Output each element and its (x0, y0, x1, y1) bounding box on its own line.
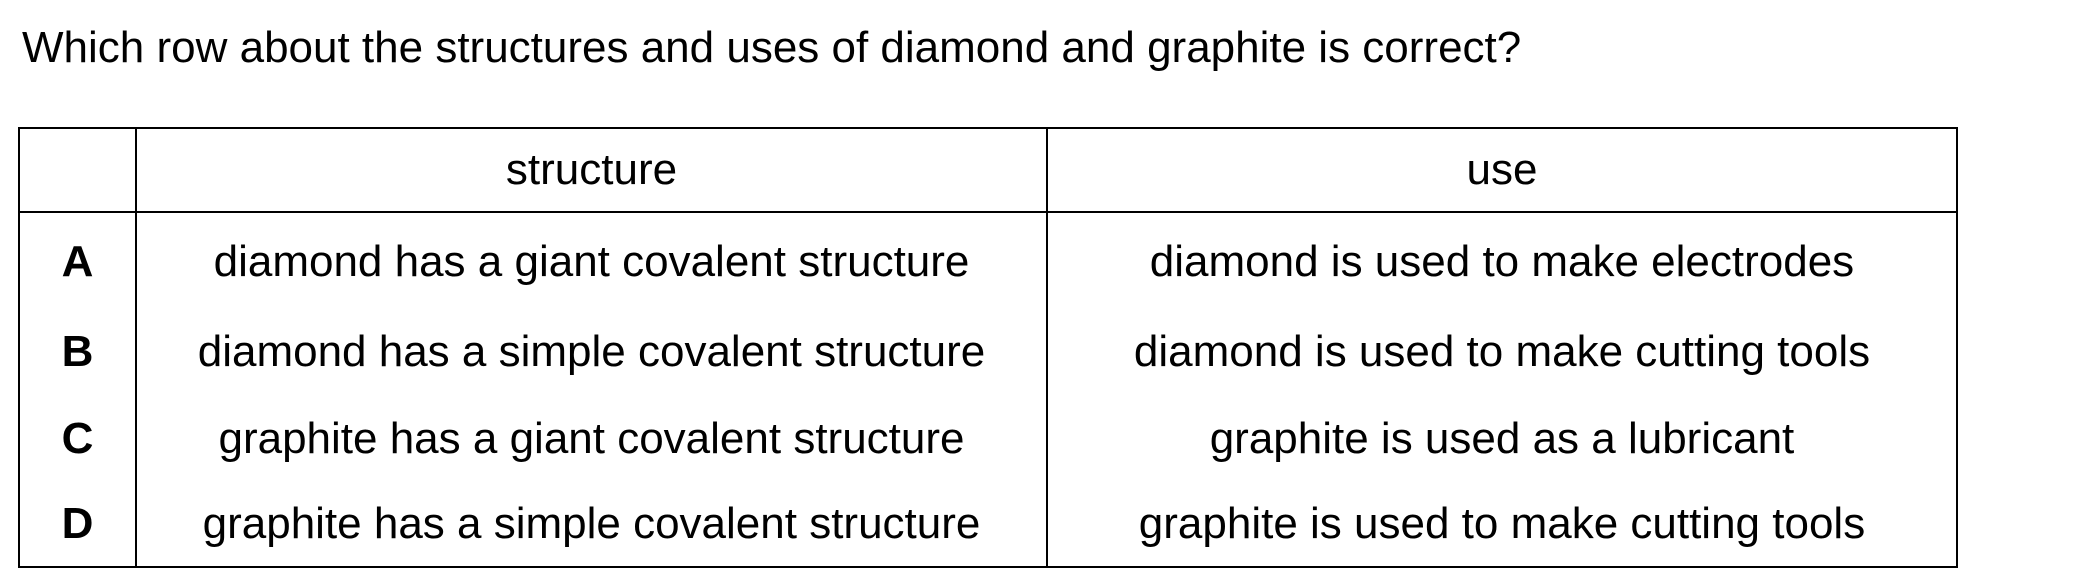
option-d-use: graphite is used to make cutting tools (1046, 482, 1958, 568)
option-letter-d: D (18, 482, 137, 568)
option-d-structure: graphite has a simple covalent structure (135, 482, 1048, 568)
question-text: Which row about the structures and uses … (22, 23, 1522, 72)
table-row-d: D graphite has a simple covalent structu… (18, 482, 1958, 568)
option-a-structure: diamond has a giant covalent structure (135, 212, 1048, 308)
table-row-c: C graphite has a giant covalent structur… (18, 395, 1958, 482)
table-header-row: structure use (18, 127, 1958, 213)
option-b-structure: diamond has a simple covalent structure (135, 308, 1048, 395)
option-letter-c: C (18, 395, 137, 482)
header-use: use (1046, 127, 1958, 213)
option-letter-b: B (18, 308, 137, 395)
option-a-use: diamond is used to make electrodes (1046, 212, 1958, 308)
option-c-use: graphite is used as a lubricant (1046, 395, 1958, 482)
answer-options-table: structure use A diamond has a giant cova… (18, 127, 1958, 568)
header-letter (18, 127, 137, 213)
header-structure: structure (135, 127, 1048, 213)
option-letter-a: A (18, 212, 137, 308)
option-c-structure: graphite has a giant covalent structure (135, 395, 1048, 482)
table-row-a: A diamond has a giant covalent structure… (18, 212, 1958, 308)
option-b-use: diamond is used to make cutting tools (1046, 308, 1958, 395)
table-row-b: B diamond has a simple covalent structur… (18, 308, 1958, 395)
